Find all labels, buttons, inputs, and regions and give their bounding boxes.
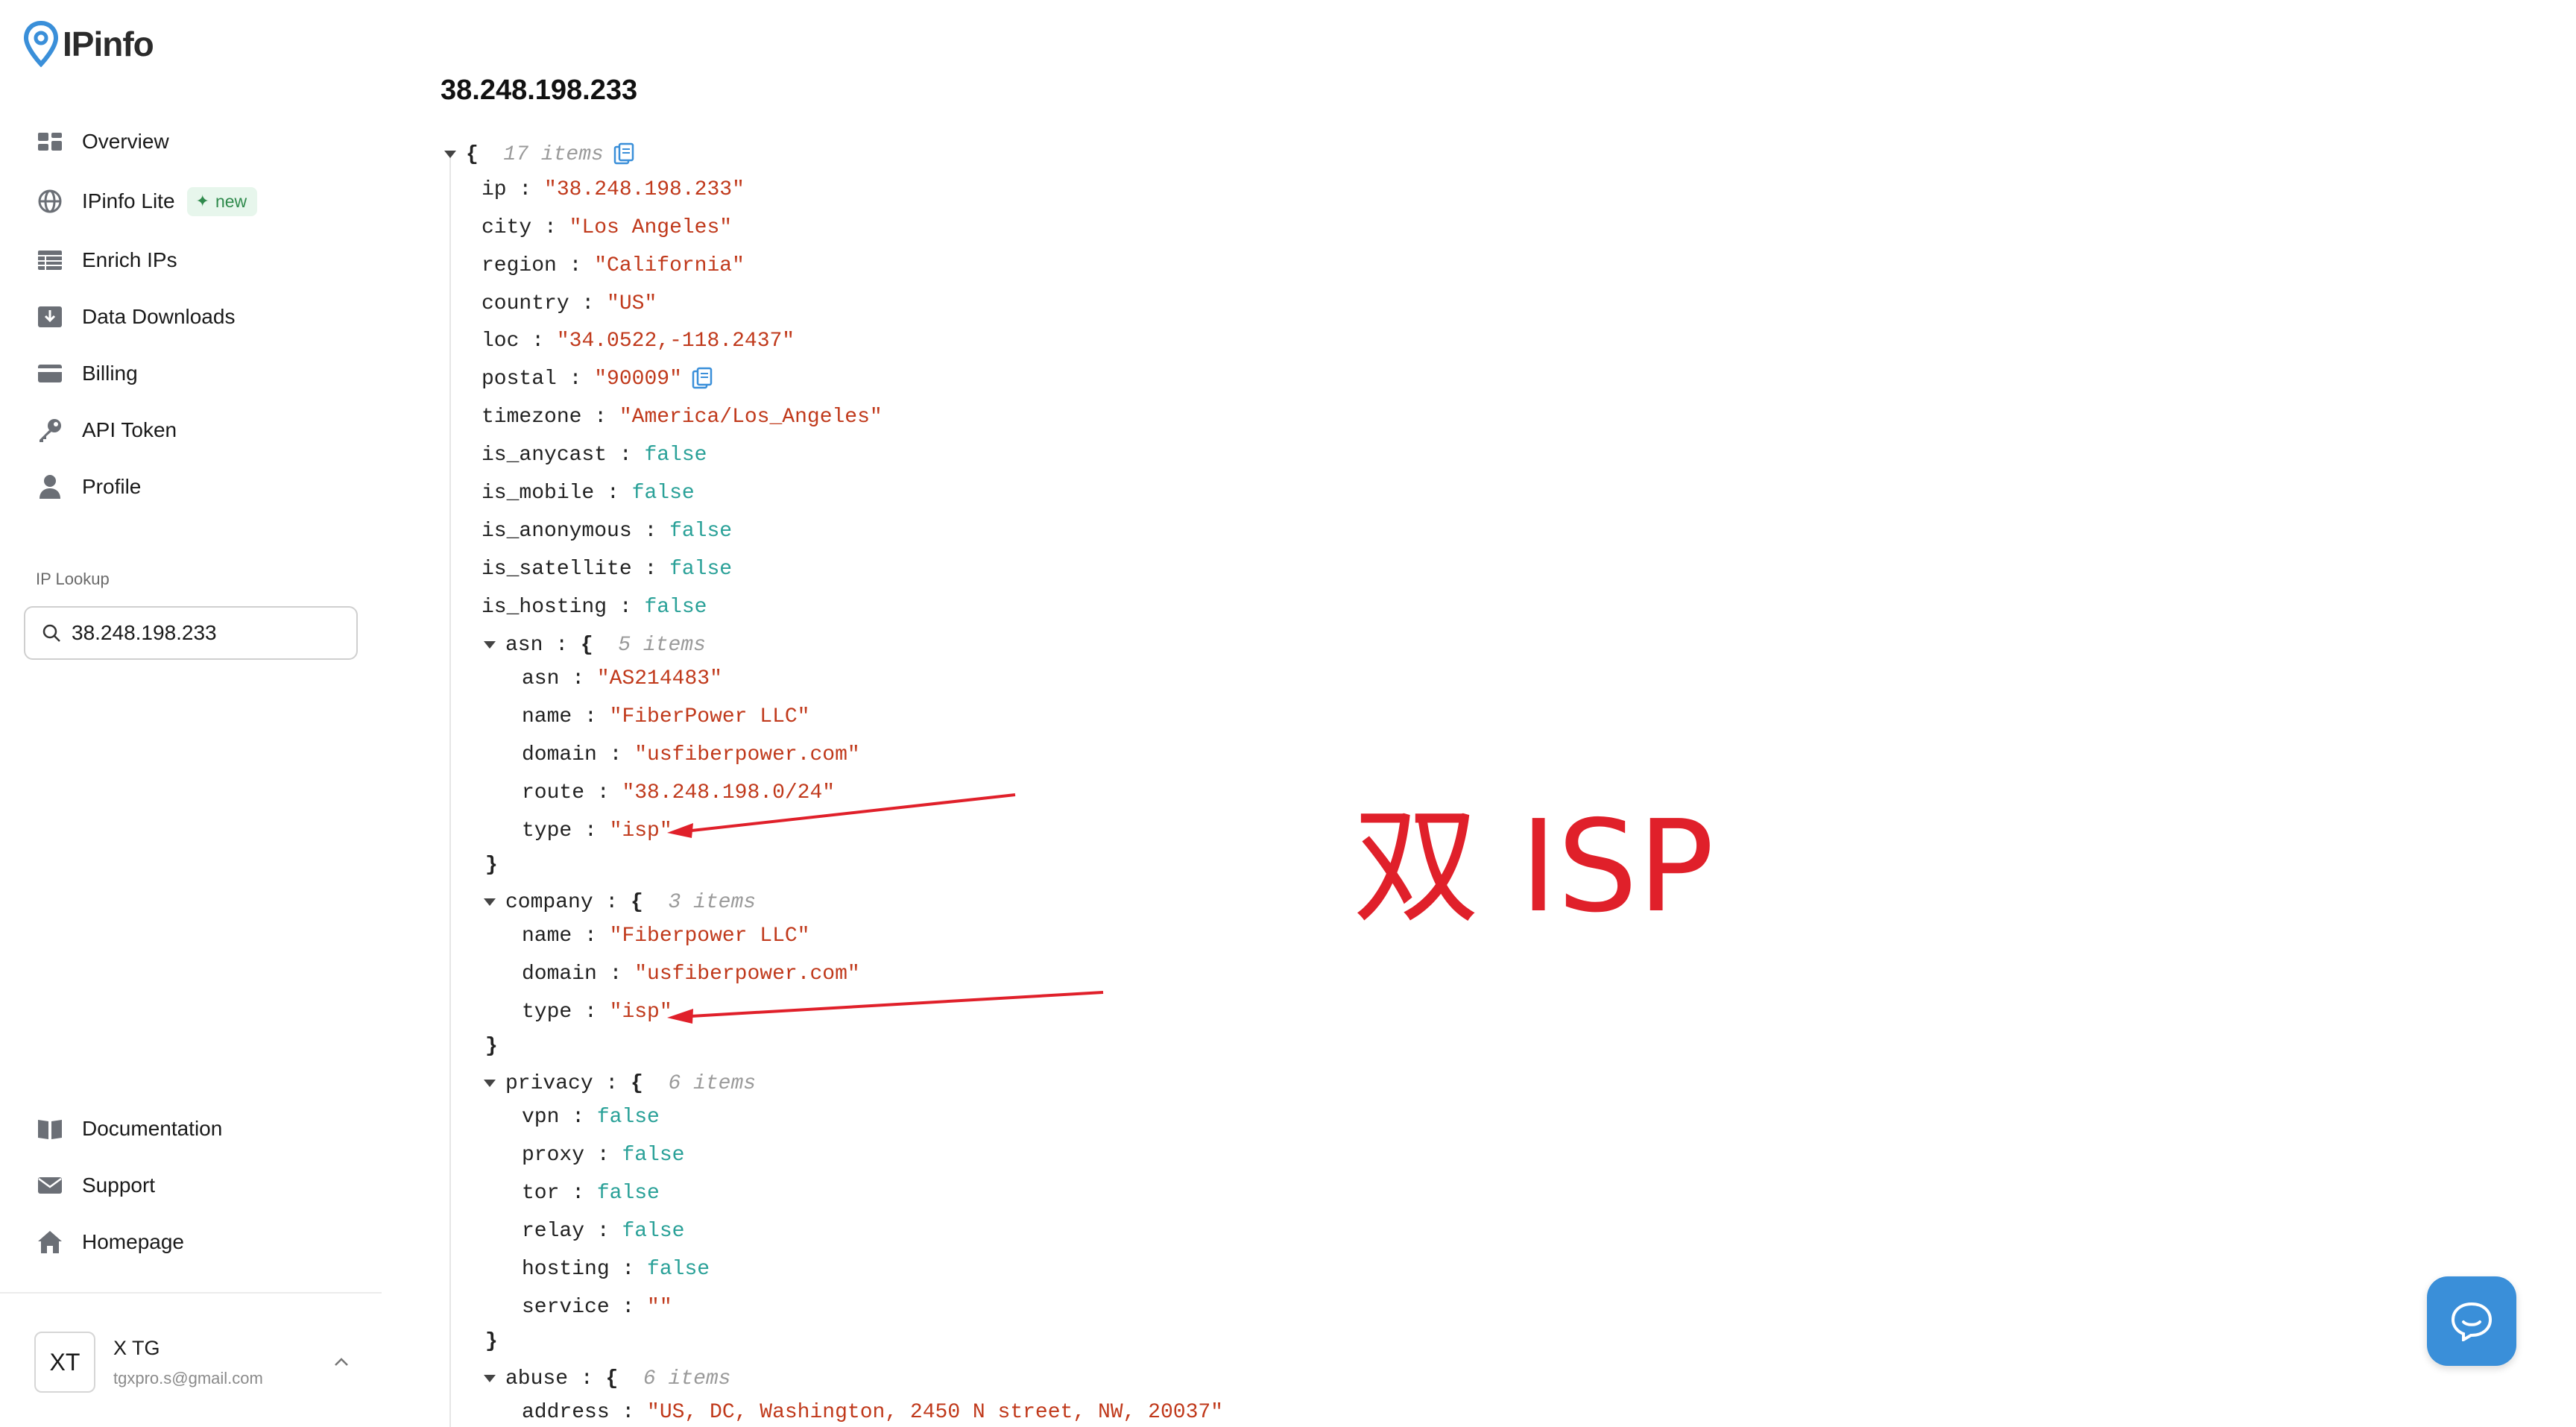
chat-support-button[interactable] [2427, 1276, 2516, 1366]
close-brace: } [485, 1034, 498, 1058]
json-row-postal: postal : "90009" [482, 364, 713, 394]
sidebar-item-billing[interactable]: Billing [22, 351, 365, 396]
json-row-region: region : "California" [482, 253, 745, 277]
open-brace: { [466, 142, 479, 166]
sidebar: IPinfo Overview IPinfo Lite ✦ new Enrich … [0, 0, 382, 1427]
json-row-asn-domain: domain : "usfiberpower.com" [522, 743, 860, 766]
new-badge: ✦ new [186, 186, 258, 216]
ip-lookup-search[interactable] [24, 606, 358, 660]
close-brace: } [485, 1329, 498, 1353]
sidebar-item-api-token[interactable]: API Token [22, 408, 365, 453]
arrow-company-type [667, 991, 1104, 1024]
annotation-label: 双 ISP [1353, 793, 1714, 941]
json-row-privacy-relay: relay : false [522, 1219, 685, 1243]
json-row-privacy-proxy: proxy : false [522, 1143, 685, 1167]
sidebar-divider [0, 1292, 382, 1294]
json-row-is-hosting: is_hosting : false [482, 595, 707, 619]
mail-icon [36, 1171, 64, 1200]
json-row-privacy-hosting: hosting : false [522, 1257, 710, 1281]
collapse-toggle-icon[interactable] [442, 146, 458, 163]
json-guide-line [449, 153, 451, 1427]
sidebar-item-profile[interactable]: Profile [22, 464, 365, 509]
collapse-toggle-icon[interactable] [482, 637, 498, 653]
annotation-arrows [667, 793, 1104, 1024]
collapse-toggle-icon[interactable] [482, 894, 498, 910]
json-row-abuse-address: address : "US, DC, Washington, 2450 N st… [522, 1400, 1223, 1424]
json-row-company-name: name : "Fiberpower LLC" [522, 924, 810, 948]
sidebar-item-ipinfo-lite[interactable]: IPinfo Lite ✦ new [22, 179, 365, 224]
json-row-ip: ip : "38.248.198.233" [482, 177, 745, 201]
download-icon [36, 303, 64, 331]
json-row-privacy-service: service : "" [522, 1295, 672, 1319]
sidebar-item-label: Enrich IPs [82, 248, 177, 271]
json-row-is-satellite: is_satellite : false [482, 557, 733, 581]
sidebar-item-label: Data Downloads [82, 305, 236, 328]
item-count: 17 items [503, 142, 604, 166]
sidebar-item-label: Profile [82, 475, 142, 498]
json-root-row: { 17 items [442, 139, 635, 169]
overview-icon [36, 127, 64, 156]
ip-lookup-input[interactable] [72, 621, 355, 645]
json-row-company-domain: domain : "usfiberpower.com" [522, 962, 860, 986]
user-name: X TG [113, 1336, 160, 1359]
json-row-is-anonymous: is_anonymous : false [482, 519, 733, 543]
book-icon [36, 1115, 64, 1143]
sparkle-icon: ✦ [195, 192, 209, 210]
json-row-asn-route: route : "38.248.198.0/24" [522, 781, 836, 804]
copy-icon[interactable] [691, 367, 713, 391]
sidebar-item-overview[interactable]: Overview [22, 119, 365, 164]
json-row-asn-object: asn : { 5 items [482, 630, 706, 660]
sidebar-item-label: API Token [82, 418, 177, 441]
json-row-asn-name: name : "FiberPower LLC" [522, 705, 810, 728]
json-row-privacy-tor: tor : false [522, 1181, 660, 1205]
logo-text: IPinfo [63, 25, 154, 63]
page-title: 38.248.198.233 [441, 75, 638, 106]
collapse-toggle-icon[interactable] [482, 1370, 498, 1387]
sidebar-item-label: IPinfo Lite [82, 189, 175, 212]
sidebar-item-label: Documentation [82, 1117, 223, 1140]
table-icon [36, 246, 64, 274]
sidebar-item-label: Overview [82, 130, 169, 153]
chevron-up-icon[interactable] [328, 1349, 355, 1376]
json-row-timezone: timezone : "America/Los_Angeles" [482, 405, 883, 429]
json-row-company-type: type : "isp" [522, 1000, 672, 1024]
json-row-asn-asn: asn : "AS214483" [522, 667, 722, 690]
user-meta: X TG tgxpro.s@gmail.com [113, 1337, 263, 1388]
json-row-loc: loc : "34.0522,-118.2437" [482, 329, 795, 353]
chat-bubble-icon [2451, 1302, 2493, 1341]
sidebar-item-label: Billing [82, 362, 138, 385]
json-row-is-anycast: is_anycast : false [482, 443, 707, 467]
json-row-country: country : "US" [482, 292, 657, 315]
ip-lookup-label: IP Lookup [36, 570, 110, 588]
sidebar-item-documentation[interactable]: Documentation [22, 1106, 365, 1151]
json-row-abuse-object: abuse : { 6 items [482, 1364, 730, 1393]
user-icon [36, 473, 64, 501]
sidebar-item-data-downloads[interactable]: Data Downloads [22, 294, 365, 339]
sidebar-item-homepage[interactable]: Homepage [22, 1220, 365, 1264]
ipinfo-logo[interactable]: IPinfo [22, 21, 154, 67]
json-row-privacy-vpn: vpn : false [522, 1105, 660, 1129]
avatar: XT [34, 1332, 95, 1393]
close-brace: } [485, 853, 498, 877]
home-icon [36, 1228, 64, 1256]
location-pin-icon [23, 21, 59, 67]
user-email: tgxpro.s@gmail.com [113, 1368, 263, 1387]
sidebar-item-support[interactable]: Support [22, 1163, 365, 1208]
search-icon [42, 624, 60, 642]
copy-icon[interactable] [613, 142, 635, 166]
json-row-is-mobile: is_mobile : false [482, 481, 695, 505]
json-row-privacy-object: privacy : { 6 items [482, 1068, 756, 1098]
user-menu[interactable]: XT X TG tgxpro.s@gmail.com [34, 1331, 355, 1393]
credit-card-icon [36, 359, 64, 388]
sidebar-item-enrich-ips[interactable]: Enrich IPs [22, 238, 365, 283]
sidebar-item-label: Homepage [82, 1230, 184, 1253]
json-row-asn-type: type : "isp" [522, 819, 672, 842]
json-row-city: city : "Los Angeles" [482, 215, 733, 239]
sidebar-item-label: Support [82, 1174, 156, 1197]
json-row-company-object: company : { 3 items [482, 887, 756, 917]
globe-icon [36, 187, 64, 215]
key-icon [36, 416, 64, 444]
collapse-toggle-icon[interactable] [482, 1075, 498, 1091]
